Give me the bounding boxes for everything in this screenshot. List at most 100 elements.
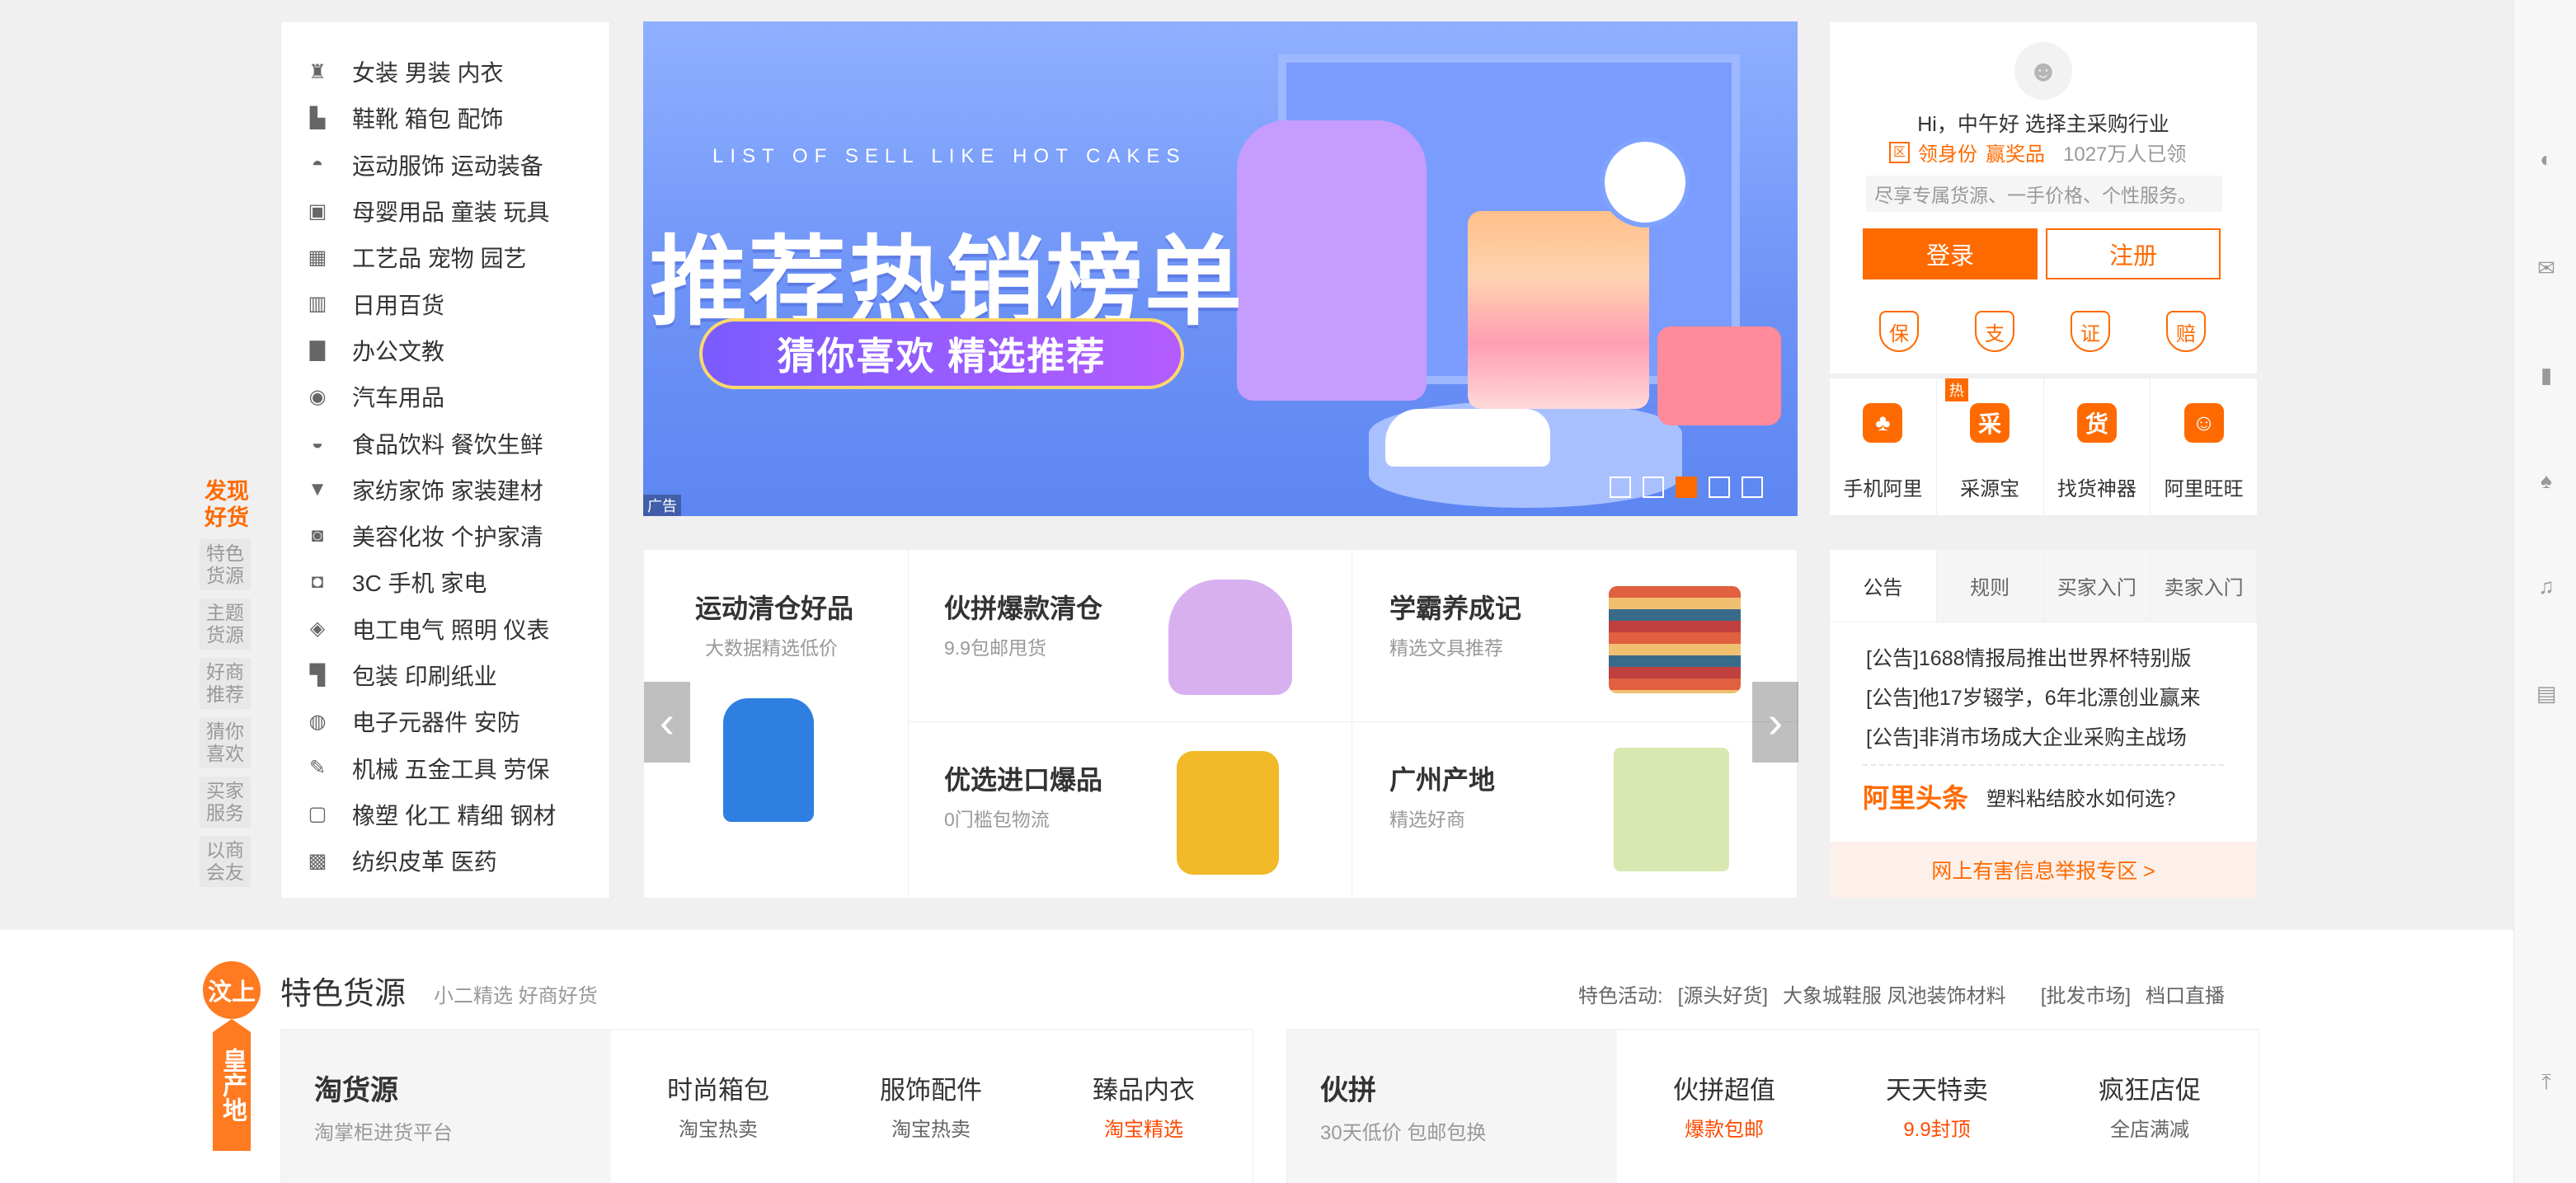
discover-item[interactable]: 主题货源 xyxy=(200,599,251,650)
box-header[interactable]: 伙拼 30天低价 包邮包换 xyxy=(1287,1030,1617,1183)
user-icon[interactable]: ◐ xyxy=(2534,147,2559,171)
discover-item[interactable]: 以商会友 xyxy=(200,836,251,887)
category-item[interactable]: ♜ 女装 男装 内衣 xyxy=(281,49,609,95)
promo-title: 伙拼爆款清仓 xyxy=(944,594,1103,623)
box-title: 淘货源 xyxy=(314,1075,398,1106)
category-item[interactable]: ▦ 工艺品 宠物 园艺 xyxy=(281,234,609,280)
app-mobile-ali[interactable]: ♣ 手机阿里 xyxy=(1830,378,1937,515)
huopin-box: 伙拼 30天低价 包邮包换 伙拼超值 爆款包邮 天天特卖 9.9封顶 疯狂店促 … xyxy=(1286,1029,2259,1183)
sub-category[interactable]: 服饰配件 淘宝热卖 xyxy=(848,1069,1013,1142)
category-item[interactable]: ◓ 运动服饰 运动装备 xyxy=(281,142,609,188)
carousel-dot[interactable] xyxy=(1643,476,1664,498)
sub-category[interactable]: 臻品内衣 淘宝精选 xyxy=(1061,1069,1226,1142)
category-item[interactable]: ▢ 橡塑 化工 精细 钢材 xyxy=(281,791,609,838)
discover-item[interactable]: 猜你喜欢 xyxy=(200,717,251,768)
category-item[interactable]: ◘ 3C 手机 家电 xyxy=(281,559,609,605)
category-item[interactable]: ◉ 汽车用品 xyxy=(281,373,609,420)
discover-item[interactable]: 特色货源 xyxy=(200,539,251,590)
activity-link[interactable]: [源头好货] xyxy=(1678,979,1768,1008)
notice-item[interactable]: [公告]1688情报局推出世界杯特别版 xyxy=(1866,639,2257,678)
activity-link[interactable]: 大象城鞋服 凤池装饰材料 xyxy=(1783,979,2006,1008)
document-icon[interactable]: ▤ xyxy=(2534,681,2559,706)
promo-title: 优选进口爆品 xyxy=(944,765,1103,795)
food-icon: ◒ xyxy=(311,431,324,454)
footprint-icon[interactable]: ♠ xyxy=(2534,468,2559,493)
category-item[interactable]: ◙ 美容化妆 个护家清 xyxy=(281,513,609,559)
sub-category[interactable]: 时尚箱包 淘宝热卖 xyxy=(636,1069,801,1142)
carousel-dot[interactable] xyxy=(1610,476,1631,498)
category-label: 鞋靴 箱包 配饰 xyxy=(352,106,504,133)
promo-cell[interactable]: 优选进口爆品 0门槛包物流 xyxy=(944,759,1102,832)
register-button[interactable]: 注册 xyxy=(2046,228,2221,279)
headline-row[interactable]: 阿里头条 塑料粘结胶水如何选? xyxy=(1830,766,2257,815)
report-link[interactable]: 网上有害信息举报专区 > xyxy=(1830,842,2257,898)
payment-shield-icon[interactable]: 支 xyxy=(1975,311,2014,352)
category-label: 运动服饰 运动装备 xyxy=(352,153,543,179)
promo-b[interactable]: 赢奖品 xyxy=(1986,138,2045,167)
notice-item[interactable]: [公告]非消市场成大企业采购主战场 xyxy=(1866,718,2257,758)
promo-a[interactable]: 领身份 xyxy=(1918,138,1977,167)
promo-cell[interactable]: 学霸养成记 精选文具推荐 xyxy=(1389,588,1521,660)
sub-category[interactable]: 疯狂店促 全店满减 xyxy=(2067,1069,2232,1142)
promo-line[interactable]: 区 领身份 赢奖品 1027万人已领 xyxy=(1889,138,2186,167)
tab-buyer-guide[interactable]: 买家入门 xyxy=(2042,550,2151,622)
category-item[interactable]: ▜ 包装 印刷纸业 xyxy=(281,652,609,698)
guarantee-shield-icon[interactable]: 保 xyxy=(1879,311,1919,352)
category-item[interactable]: ▼ 家纺家饰 家装建材 xyxy=(281,467,609,513)
tab-rules[interactable]: 规则 xyxy=(1935,550,2043,622)
promo-cell[interactable]: 广州产地 精选好商 xyxy=(1389,759,1495,832)
category-item[interactable]: ◍ 电子元器件 安防 xyxy=(281,698,609,744)
app-caiyuanbao[interactable]: 热 采 采源宝 xyxy=(1937,378,2044,515)
headline-text[interactable]: 塑料粘结胶水如何选? xyxy=(1986,782,2175,811)
sub-title: 臻品内衣 xyxy=(1093,1076,1195,1105)
bookmark-icon[interactable]: ▮ xyxy=(2534,363,2559,387)
certify-shield-icon[interactable]: 证 xyxy=(2071,311,2110,352)
category-item[interactable]: ✎ 机械 五金工具 劳保 xyxy=(281,744,609,791)
sub-title: 时尚箱包 xyxy=(667,1076,769,1105)
login-button[interactable]: 登录 xyxy=(1863,228,2038,279)
category-item[interactable]: ◒ 食品饮料 餐饮生鲜 xyxy=(281,420,609,466)
box-icon: ▜ xyxy=(309,664,326,687)
app-wangwang[interactable]: ☺ 阿里旺旺 xyxy=(2151,378,2257,515)
category-item[interactable]: ▙ 鞋靴 箱包 配饰 xyxy=(281,95,609,141)
category-label: 办公文教 xyxy=(352,338,445,364)
tab-announcement[interactable]: 公告 xyxy=(1830,550,1936,622)
banner-pill[interactable]: 猜你喜欢 精选推荐 xyxy=(699,318,1184,389)
promo-cell[interactable]: 运动清仓好品 大数据精选低价 xyxy=(695,588,853,660)
app-find-goods[interactable]: 货 找货神器 xyxy=(2044,378,2151,515)
category-label: 汽车用品 xyxy=(352,385,445,411)
category-label: 家纺家饰 家装建材 xyxy=(352,477,543,504)
category-item[interactable]: ▇ 办公文教 xyxy=(281,327,609,373)
box-header[interactable]: 淘货源 淘掌柜进货平台 xyxy=(281,1030,611,1183)
next-arrow-icon[interactable]: › xyxy=(1752,682,1798,763)
compensate-shield-icon[interactable]: 赔 xyxy=(2166,311,2206,352)
market-link[interactable]: [批发市场] xyxy=(2041,979,2131,1008)
discover-item[interactable]: 买家服务 xyxy=(200,777,251,828)
avatar[interactable]: ☻ xyxy=(2014,42,2072,100)
sub-category[interactable]: 天天特卖 9.9封顶 xyxy=(1854,1069,2019,1142)
discover-item[interactable]: 好商推荐 xyxy=(200,658,251,709)
bag-image xyxy=(1657,326,1781,425)
hero-banner[interactable]: LIST OF SELL LIKE HOT CAKES 推荐热销榜单 猜你喜欢 … xyxy=(643,21,1798,516)
back-to-top-icon[interactable]: ⤒ xyxy=(2534,1069,2559,1095)
tab-seller-guide[interactable]: 卖家入门 xyxy=(2150,550,2257,622)
promo-cell[interactable]: 伙拼爆款清仓 9.9包邮甩货 xyxy=(944,588,1102,660)
bell-icon[interactable]: ♫ xyxy=(2534,574,2559,599)
plug-icon: ◈ xyxy=(309,617,326,641)
category-label: 电工电气 照明 仪表 xyxy=(352,617,550,643)
sub-category[interactable]: 伙拼超值 爆款包邮 xyxy=(1642,1069,1807,1142)
category-item[interactable]: ▣ 母婴用品 童装 玩具 xyxy=(281,188,609,234)
category-item[interactable]: ▩ 纺织皮革 医药 xyxy=(281,838,609,884)
hot-badge: 热 xyxy=(1944,378,1968,401)
craft-icon: ▦ xyxy=(308,246,327,269)
category-item[interactable]: ▥ 日用百货 xyxy=(281,280,609,326)
sub-desc: 爆款包邮 xyxy=(1685,1119,1764,1141)
notice-item[interactable]: [公告]他17岁辍学，6年北漂创业赢来 xyxy=(1866,678,2257,718)
carousel-dot[interactable] xyxy=(1709,476,1730,498)
mail-icon[interactable]: ✉ xyxy=(2534,256,2559,280)
carousel-dot[interactable] xyxy=(1742,476,1763,498)
category-item[interactable]: ◈ 电工电气 照明 仪表 xyxy=(281,606,609,652)
market-link[interactable]: 档口直播 xyxy=(2146,979,2225,1008)
carousel-dot-active[interactable] xyxy=(1676,476,1697,498)
prev-arrow-icon[interactable]: ‹ xyxy=(644,682,690,763)
